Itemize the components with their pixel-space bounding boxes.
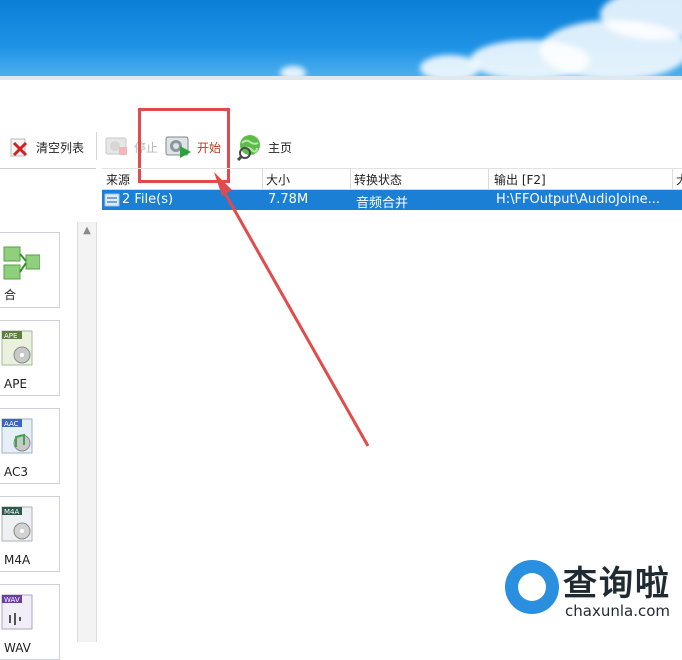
watermark-url: chaxunla.com: [565, 602, 670, 620]
watermark-logo-icon: [505, 560, 559, 614]
watermark-text: 查询啦: [563, 564, 671, 604]
format-label: WAV: [4, 641, 31, 655]
annotation-arrow: [214, 172, 370, 447]
watermark: 查询啦 chaxunla.com: [505, 556, 675, 626]
